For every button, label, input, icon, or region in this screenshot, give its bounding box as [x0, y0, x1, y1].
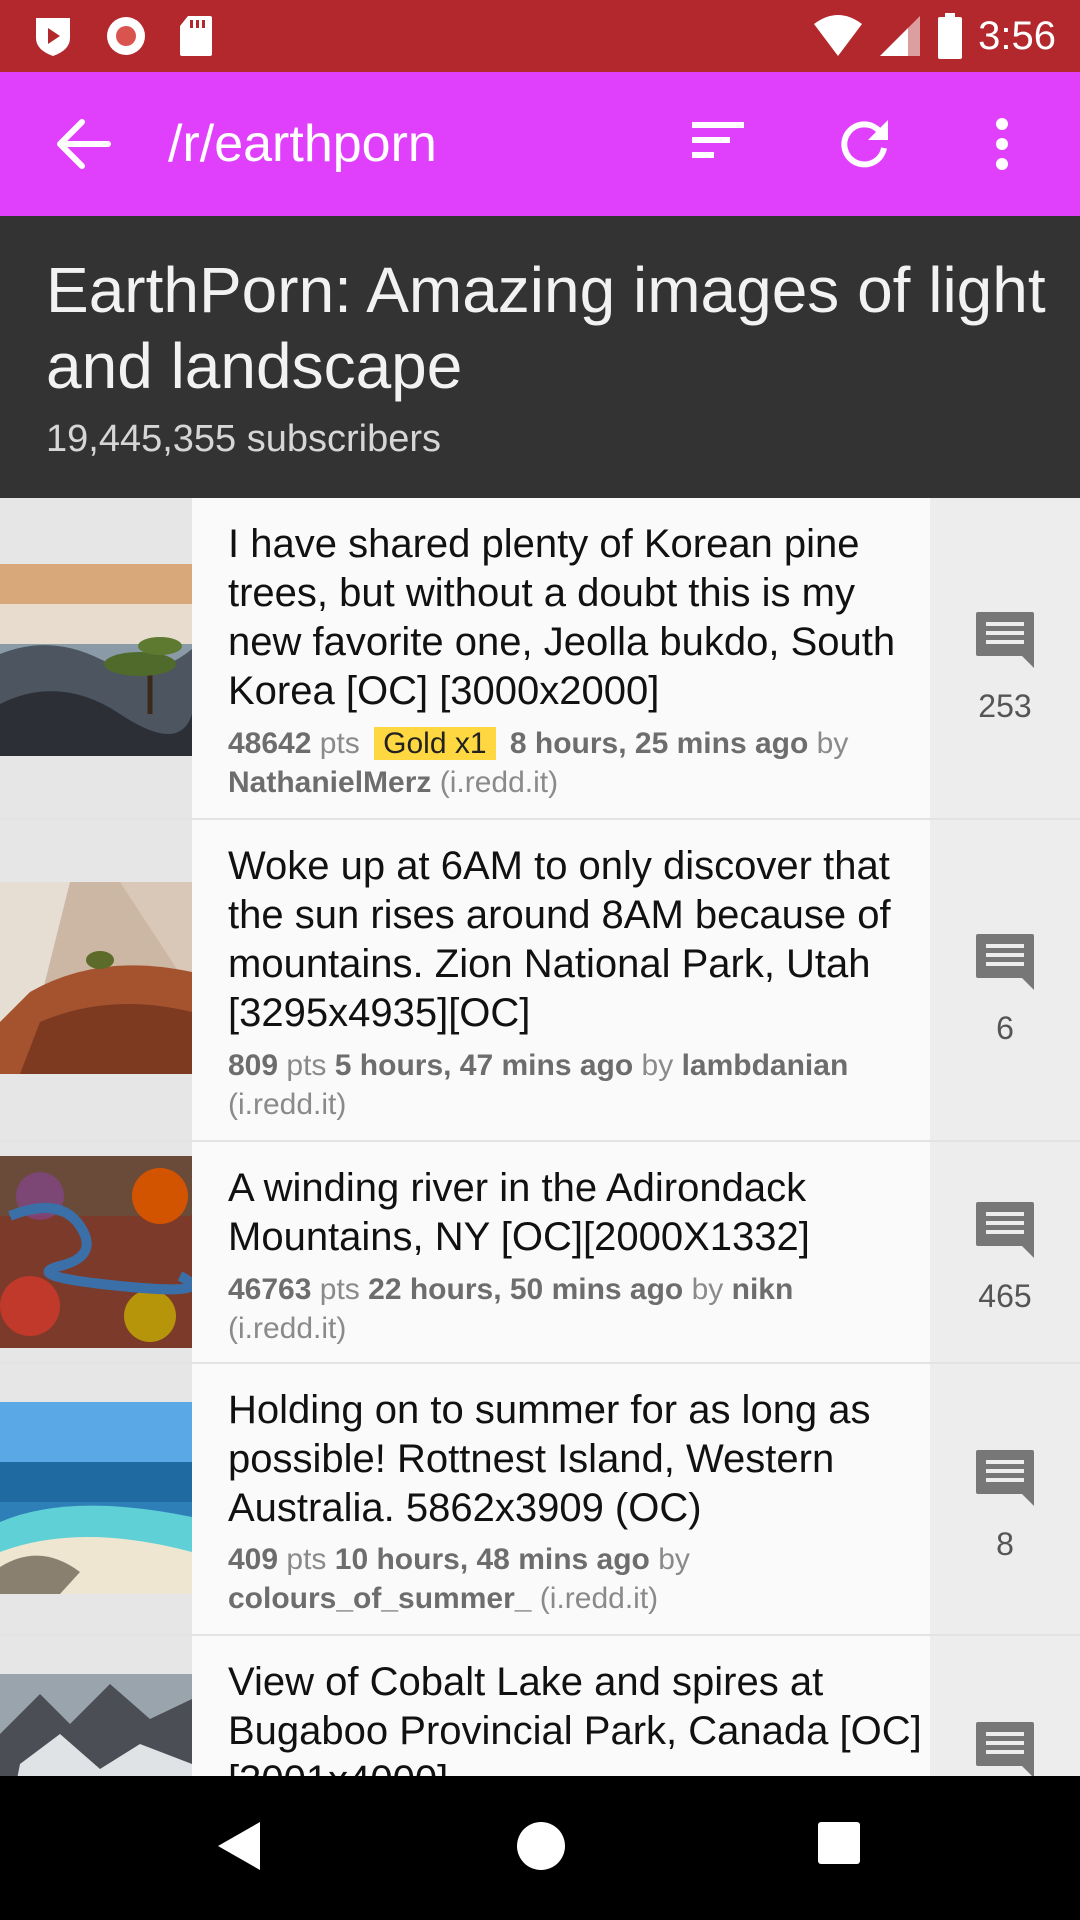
- post-author[interactable]: colours_of_summer_: [228, 1582, 531, 1615]
- post-thumbnail[interactable]: [0, 1156, 192, 1348]
- post-points: 48642: [228, 727, 312, 760]
- comments-button[interactable]: [930, 1636, 1080, 1776]
- by-label: by: [641, 1049, 674, 1082]
- sd-card-icon: [180, 16, 212, 56]
- comments-button[interactable]: 8: [930, 1364, 1080, 1634]
- thumbnail-column: [0, 498, 192, 818]
- comment-icon: [976, 934, 1034, 990]
- battery-icon: [938, 13, 963, 59]
- post-domain: (i.redd.it): [439, 766, 559, 799]
- record-icon: [107, 17, 145, 55]
- post-title[interactable]: Holding on to summer for as long as poss…: [228, 1386, 928, 1533]
- points-label: pts: [319, 727, 360, 760]
- post-item[interactable]: A winding river in the Adirondack Mounta…: [0, 1142, 1080, 1364]
- comments-button[interactable]: 6: [930, 820, 1080, 1140]
- post-title[interactable]: Woke up at 6AM to only discover that the…: [228, 842, 928, 1038]
- comment-icon: [976, 1202, 1034, 1258]
- nav-back-button[interactable]: [216, 1820, 262, 1877]
- status-time: 3:56: [978, 14, 1056, 58]
- thumbnail-column: [0, 1364, 192, 1634]
- gold-badge: Gold x1: [374, 727, 496, 760]
- comment-count: 6: [996, 1010, 1014, 1046]
- post-meta: 46763 pts 22 hours, 50 mins ago by nikn …: [228, 1270, 918, 1348]
- points-label: pts: [286, 1049, 327, 1082]
- post-time: 5 hours, 47 mins ago: [334, 1049, 634, 1082]
- by-label: by: [816, 727, 849, 760]
- comment-icon: [976, 1450, 1034, 1506]
- post-author[interactable]: NathanielMerz: [228, 766, 431, 799]
- post-item[interactable]: I have shared plenty of Korean pine tree…: [0, 498, 1080, 820]
- post-meta: 48642 pts Gold x1 8 hours, 25 mins ago b…: [228, 724, 918, 802]
- post-item[interactable]: Holding on to summer for as long as poss…: [0, 1364, 1080, 1636]
- by-label: by: [691, 1273, 724, 1306]
- post-item[interactable]: Woke up at 6AM to only discover that the…: [0, 820, 1080, 1142]
- post-list: I have shared plenty of Korean pine tree…: [0, 498, 1080, 1776]
- comment-count: 253: [978, 688, 1032, 724]
- post-time: 8 hours, 25 mins ago: [509, 727, 809, 760]
- comments-button[interactable]: 253: [930, 498, 1080, 818]
- more-options-button[interactable]: [992, 118, 1012, 175]
- post-thumbnail[interactable]: [0, 1674, 192, 1776]
- back-triangle-icon: [218, 1822, 260, 1870]
- post-domain: (i.redd.it): [228, 1088, 347, 1121]
- post-thumbnail[interactable]: [0, 882, 192, 1074]
- thumbnail-column: [0, 820, 192, 1140]
- subreddit-description: EarthPorn: Amazing images of light and l…: [46, 254, 1046, 402]
- points-label: pts: [319, 1273, 360, 1306]
- app-bar: /r/earthporn: [0, 72, 1080, 216]
- points-label: pts: [286, 1543, 327, 1576]
- comment-count: 465: [978, 1278, 1032, 1314]
- post-meta: 809 pts 5 hours, 47 mins ago by lambdani…: [228, 1046, 918, 1124]
- recents-square-icon: [818, 1822, 860, 1864]
- refresh-icon: [841, 120, 888, 168]
- home-circle-icon: [517, 1822, 565, 1870]
- post-author[interactable]: nikn: [732, 1273, 794, 1306]
- sort-icon: [692, 122, 744, 158]
- post-author[interactable]: lambdanian: [682, 1049, 849, 1082]
- post-domain: (i.redd.it): [228, 1312, 347, 1345]
- post-points: 409: [228, 1543, 279, 1576]
- subreddit-title: /r/earthporn: [168, 115, 437, 173]
- sort-button[interactable]: [690, 118, 746, 167]
- post-item[interactable]: View of Cobalt Lake and spires at Bugabo…: [0, 1636, 1080, 1776]
- post-thumbnail[interactable]: [0, 564, 192, 756]
- subreddit-header: EarthPorn: Amazing images of light and l…: [0, 216, 1080, 498]
- status-bar: 3:56: [0, 0, 1080, 72]
- comment-count: 8: [996, 1526, 1014, 1562]
- system-nav-bar: [0, 1776, 1080, 1920]
- comment-icon: [976, 612, 1034, 668]
- post-title[interactable]: A winding river in the Adirondack Mounta…: [228, 1164, 928, 1262]
- post-time: 22 hours, 50 mins ago: [368, 1273, 684, 1306]
- post-points: 809: [228, 1049, 279, 1082]
- nav-recents-button[interactable]: [816, 1820, 862, 1871]
- refresh-button[interactable]: [838, 118, 890, 175]
- thumbnail-column: [0, 1142, 192, 1362]
- post-title[interactable]: I have shared plenty of Korean pine tree…: [228, 520, 928, 716]
- cell-signal-icon: [880, 16, 921, 56]
- post-domain: (i.redd.it): [539, 1582, 659, 1615]
- post-thumbnail[interactable]: [0, 1402, 192, 1594]
- comment-icon: [976, 1722, 1034, 1776]
- back-arrow-icon: [57, 119, 111, 169]
- more-vert-icon: [996, 118, 1008, 170]
- thumbnail-column: [0, 1636, 192, 1776]
- comments-button[interactable]: 465: [930, 1142, 1080, 1362]
- post-meta: 409 pts 10 hours, 48 mins ago by colours…: [228, 1540, 918, 1618]
- wifi-icon: [814, 15, 863, 56]
- play-shield-icon: [36, 18, 70, 56]
- back-button[interactable]: [56, 118, 112, 175]
- subscriber-count: 19,445,355 subscribers: [46, 418, 442, 460]
- by-label: by: [658, 1543, 690, 1576]
- post-time: 10 hours, 48 mins ago: [334, 1543, 650, 1576]
- nav-home-button[interactable]: [515, 1820, 567, 1877]
- post-points: 46763: [228, 1273, 312, 1306]
- post-title[interactable]: View of Cobalt Lake and spires at Bugabo…: [228, 1658, 928, 1776]
